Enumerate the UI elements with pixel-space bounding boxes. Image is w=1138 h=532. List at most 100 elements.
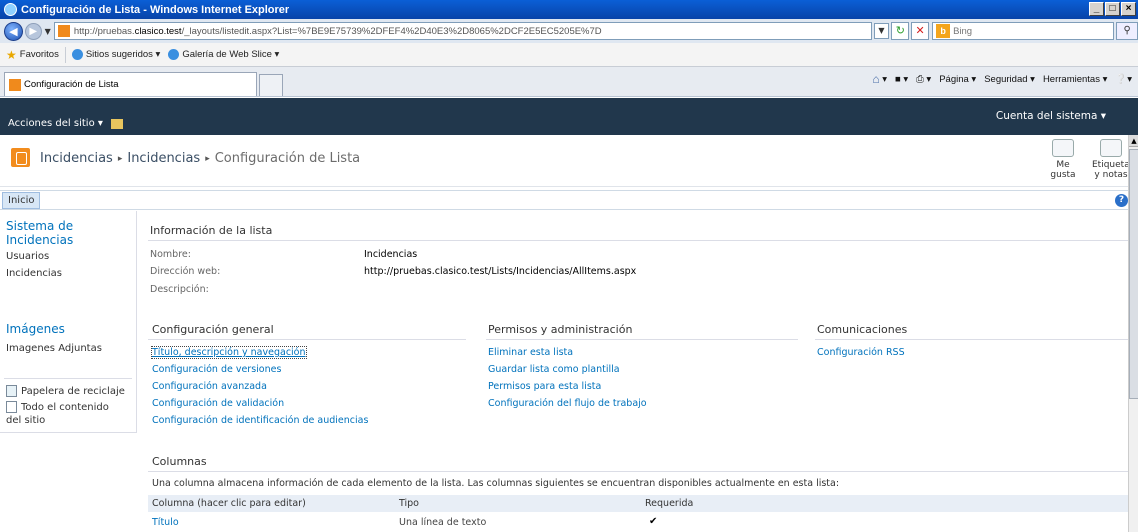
window-title: Configuración de Lista - Windows Interne…: [21, 3, 290, 16]
tab-inicio[interactable]: Inicio: [2, 192, 41, 209]
recycle-bin-link[interactable]: Papelera de reciclaje: [6, 385, 125, 398]
tab-favicon-icon: [9, 78, 21, 91]
quicklaunch-item-usuarios[interactable]: Usuarios: [6, 251, 49, 262]
site-favicon-icon: [57, 25, 70, 37]
help-icon[interactable]: ?: [1115, 194, 1128, 207]
refresh-icon[interactable]: ↻: [891, 22, 910, 40]
search-input[interactable]: b Bing: [932, 22, 1115, 40]
home-dropdown: ▾: [882, 73, 887, 85]
help-menu[interactable]: ❔ ▾: [1115, 72, 1132, 86]
column-link-titulo[interactable]: Título: [152, 517, 179, 528]
vertical-scrollbar[interactable]: ▲: [1128, 135, 1138, 532]
required-check-icon: ✔: [649, 516, 658, 527]
favorites-item-sitios[interactable]: Sitios sugeridos ▾: [71, 49, 161, 60]
search-magnifier-icon[interactable]: ⚲: [1116, 22, 1138, 40]
quicklaunch-item-incidencias[interactable]: Incidencias: [6, 268, 62, 279]
tags-notes-icon: [1100, 139, 1122, 157]
column-type-titulo: Una línea de texto: [399, 517, 487, 528]
bing-icon: b: [936, 24, 951, 38]
navigate-up-icon[interactable]: [110, 118, 123, 129]
tags-notes-button[interactable]: Etiquetas y notas: [1092, 139, 1135, 180]
columns-title: Columnas: [152, 455, 207, 468]
recycle-bin-label: Papelera de reciclaje: [21, 386, 125, 397]
link-versioning-settings[interactable]: Configuración de versiones: [152, 364, 281, 375]
scroll-thumb[interactable]: [1129, 149, 1138, 399]
maximize-button[interactable]: □: [1105, 2, 1120, 16]
site-logo-icon[interactable]: [11, 148, 30, 167]
favorites-divider: [64, 46, 66, 63]
window-title-bar: Configuración de Lista - Windows Interne…: [0, 0, 1138, 19]
like-button[interactable]: Me gusta: [1044, 139, 1082, 180]
url-dropdown-icon[interactable]: ▼: [873, 23, 890, 39]
columns-description: Una columna almacena información de cada…: [152, 478, 840, 489]
breadcrumb-list[interactable]: Incidencias: [127, 151, 200, 166]
search-placeholder: Bing: [953, 25, 973, 37]
page-header: Incidencias ▸ Incidencias ▸ Configuració…: [0, 135, 1138, 187]
permissions-rule: [486, 339, 798, 340]
print-button[interactable]: ⎙ ▾: [916, 72, 931, 86]
new-tab-button[interactable]: [259, 74, 283, 96]
back-arrow-icon[interactable]: ◀: [4, 21, 23, 41]
name-label: Nombre:: [150, 249, 191, 260]
link-rss-settings[interactable]: Configuración RSS: [817, 347, 905, 358]
link-delete-list[interactable]: Eliminar esta lista: [488, 347, 573, 358]
link-title-description-navigation[interactable]: Título, descripción y navegación: [151, 346, 307, 359]
tab-configuracion[interactable]: Configuración de Lista: [4, 72, 257, 96]
columns-rule: [148, 471, 1128, 472]
close-button[interactable]: ×: [1121, 2, 1136, 16]
page-menu[interactable]: Página ▾: [939, 72, 976, 86]
sharepoint-ribbon: Acciones del sitio ▾ Cuenta del sistema …: [0, 98, 1138, 135]
print-dropdown: ▾: [926, 73, 932, 85]
all-site-content-link[interactable]: Todo el contenido del sitio: [6, 401, 109, 427]
breadcrumb-current: Configuración de Lista: [214, 151, 361, 166]
breadcrumb-site[interactable]: Incidencias: [40, 151, 113, 166]
history-dropdown-icon[interactable]: ▼: [45, 27, 51, 36]
general-settings-title: Configuración general: [152, 323, 274, 336]
permissions-title: Permisos y administración: [488, 323, 633, 336]
favorites-item-label: Galería de Web Slice ▾: [182, 49, 280, 60]
url-input[interactable]: http://pruebas. clasico.test/_layouts/lis…: [53, 22, 872, 40]
minimize-button[interactable]: _: [1089, 2, 1104, 16]
link-save-as-template[interactable]: Guardar lista como plantilla: [488, 364, 620, 375]
link-validation-settings[interactable]: Configuración de validación: [152, 398, 284, 409]
favorites-button[interactable]: Favoritos: [20, 49, 59, 60]
tools-menu[interactable]: Herramientas ▾: [1043, 72, 1107, 86]
feeds-button[interactable]: ■ ▾: [895, 72, 908, 86]
scroll-up-arrow-icon[interactable]: ▲: [1129, 135, 1138, 147]
rss-icon: ■: [895, 73, 901, 85]
list-info-rule: [148, 240, 1128, 241]
name-value: Incidencias: [364, 249, 418, 260]
security-menu[interactable]: Seguridad ▾: [984, 72, 1035, 86]
account-menu[interactable]: Cuenta del sistema ▾: [996, 110, 1106, 122]
home-button[interactable]: ⌂ ▾: [872, 72, 887, 86]
column-header-type: Tipo: [399, 498, 419, 509]
forward-arrow-icon[interactable]: ▶: [24, 22, 42, 40]
favorites-item-label: Sitios sugeridos ▾: [85, 49, 161, 60]
quicklaunch-heading-sistema[interactable]: Sistema de Incidencias: [6, 219, 73, 247]
url-prefix: http://pruebas.: [73, 25, 135, 37]
like-tag-icon: [1052, 139, 1074, 157]
quicklaunch-heading-imagenes[interactable]: Imágenes: [6, 322, 65, 336]
link-list-permissions[interactable]: Permisos para esta lista: [488, 381, 601, 392]
favorites-bar: ★ Favoritos Sitios sugeridos ▾ Galería d…: [0, 43, 1138, 67]
site-actions-menu[interactable]: Acciones del sitio ▾: [8, 118, 123, 129]
heading-line1: Sistema de: [6, 219, 74, 233]
ie-page-icon: [71, 49, 83, 60]
link-audience-targeting[interactable]: Configuración de identificación de audie…: [152, 415, 368, 426]
link-workflow-settings[interactable]: Configuración del flujo de trabajo: [488, 398, 647, 409]
link-advanced-settings[interactable]: Configuración avanzada: [152, 381, 267, 392]
list-info-title: Información de la lista: [150, 224, 273, 237]
favorites-item-webslice[interactable]: Galería de Web Slice ▾: [168, 49, 279, 60]
help-dropdown: ▾: [1127, 73, 1132, 85]
quicklaunch-item-imagenes-adjuntas[interactable]: Imagenes Adjuntas: [6, 343, 102, 354]
site-actions-label: Acciones del sitio ▾: [8, 118, 103, 129]
ie-icon: [4, 3, 17, 16]
favorites-star-icon[interactable]: ★: [6, 48, 17, 62]
main-content: Información de la lista Nombre: Incidenc…: [137, 211, 1129, 532]
window-controls: _ □ ×: [1089, 2, 1136, 16]
social-buttons: Me gusta Etiquetas y notas: [1044, 139, 1135, 180]
stop-icon[interactable]: ✕: [911, 22, 930, 40]
quicklaunch-divider: [4, 378, 132, 379]
tags-label-line1: Etiquetas: [1092, 160, 1135, 170]
web-address-value: http://pruebas.clasico.test/Lists/Incide…: [364, 266, 637, 277]
